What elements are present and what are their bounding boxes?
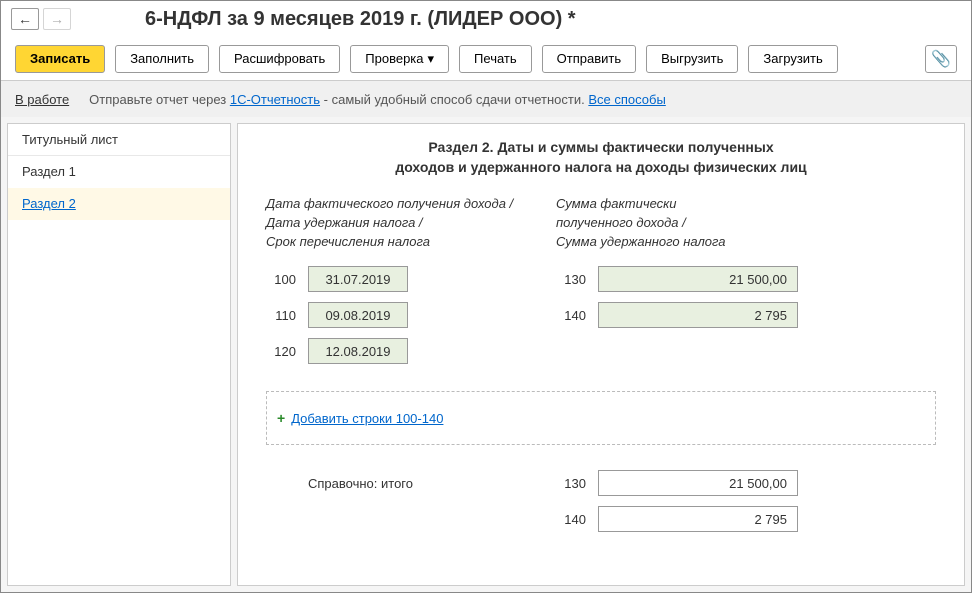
chevron-down-icon: ▾ [428,51,435,67]
toolbar: Записать Заполнить Расшифровать Проверка… [1,37,971,81]
sidebar: Титульный лист Раздел 1 Раздел 2 [7,123,231,586]
row-num: 140 [556,308,598,323]
decode-button[interactable]: Расшифровать [219,45,340,73]
plus-icon: + [277,410,285,426]
main-panel: Раздел 2. Даты и суммы фактически получе… [237,123,965,586]
right-column-header: Сумма фактически полученного дохода / Су… [556,195,936,255]
date-field-100[interactable]: 31.07.2019 [308,266,408,292]
export-button[interactable]: Выгрузить [646,45,738,73]
section-title: Раздел 2. Даты и суммы фактически получе… [266,138,936,177]
add-rows-box[interactable]: + Добавить строки 100-140 [266,391,936,445]
date-field-120[interactable]: 12.08.2019 [308,338,408,364]
forward-button[interactable]: → [43,8,71,30]
status-label[interactable]: В работе [15,92,69,107]
row-num: 130 [556,272,598,287]
totals-label: Справочно: итого [266,476,413,491]
sidebar-item-title-page[interactable]: Титульный лист [8,124,230,156]
send-button[interactable]: Отправить [542,45,636,73]
total-field-130: 21 500,00 [598,470,798,496]
all-methods-link[interactable]: Все способы [588,92,665,107]
sum-field-140[interactable]: 2 795 [598,302,798,328]
reporting-link[interactable]: 1С-Отчетность [230,92,320,107]
add-rows-link[interactable]: Добавить строки 100-140 [291,411,443,426]
page-title: 6-НДФЛ за 9 месяцев 2019 г. (ЛИДЕР ООО) … [145,8,576,31]
import-button[interactable]: Загрузить [748,45,837,73]
write-button[interactable]: Записать [15,45,105,73]
row-num: 120 [266,344,308,359]
status-message: Отправьте отчет через 1С-Отчетность - са… [89,92,666,107]
date-field-110[interactable]: 09.08.2019 [308,302,408,328]
row-num: 140 [556,512,598,527]
check-label: Проверка [365,51,423,66]
row-num: 130 [556,476,598,491]
back-button[interactable]: ← [11,8,39,30]
sidebar-item-section2[interactable]: Раздел 2 [8,188,230,220]
row-num: 100 [266,272,308,287]
paperclip-icon: 📎 [931,49,951,69]
attach-button[interactable]: 📎 [925,45,957,73]
left-column-header: Дата фактического получения дохода / Дат… [266,195,536,255]
print-button[interactable]: Печать [459,45,532,73]
info-bar: В работе Отправьте отчет через 1С-Отчетн… [1,81,971,117]
sidebar-item-section1[interactable]: Раздел 1 [8,156,230,188]
row-num: 110 [266,308,308,323]
check-button[interactable]: Проверка ▾ [350,45,449,73]
sum-field-130[interactable]: 21 500,00 [598,266,798,292]
fill-button[interactable]: Заполнить [115,45,209,73]
total-field-140: 2 795 [598,506,798,532]
